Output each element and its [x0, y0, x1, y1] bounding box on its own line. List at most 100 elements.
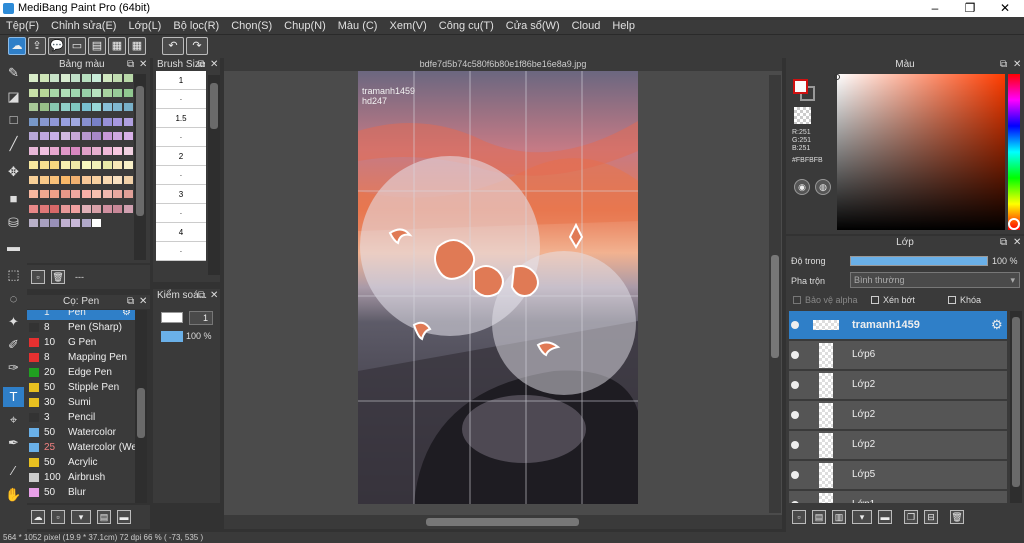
brushsize-item[interactable]: · — [156, 166, 206, 185]
fill-rect-tool-icon[interactable]: ■ — [3, 189, 24, 209]
palette-swatch[interactable] — [71, 219, 80, 227]
palette-swatch[interactable] — [71, 190, 80, 198]
close-icon[interactable]: ✕ — [1013, 236, 1021, 250]
palette-swatch[interactable] — [113, 146, 122, 155]
palette-swatch[interactable] — [71, 175, 80, 184]
palette-swatch[interactable] — [81, 88, 91, 97]
color-swatch[interactable] — [161, 312, 183, 323]
brush-scroll-thumb[interactable] — [137, 388, 145, 438]
cloud-icon[interactable]: ☁ — [8, 37, 26, 55]
palette-swatch[interactable] — [50, 146, 59, 155]
protect-alpha-checkbox[interactable] — [793, 296, 801, 304]
palette-swatch[interactable] — [50, 132, 59, 140]
palette-swatch[interactable] — [113, 190, 122, 198]
select-rect-tool-icon[interactable]: ⬚ — [3, 265, 24, 285]
palette-swatch[interactable] — [29, 190, 38, 198]
palette-swatch[interactable] — [81, 219, 91, 227]
line-tool-icon[interactable]: ╱ — [3, 134, 24, 154]
redo-icon[interactable]: ↷ — [186, 37, 208, 55]
select-eraser-tool-icon[interactable]: ✑ — [3, 358, 24, 378]
primary-color-swatch[interactable] — [793, 79, 808, 94]
palette-swatch[interactable] — [123, 132, 133, 140]
close-icon[interactable]: ✕ — [210, 289, 218, 303]
palette-swatch[interactable] — [123, 190, 133, 198]
brushsize-item[interactable]: · — [156, 204, 206, 223]
palette-swatch[interactable] — [29, 132, 38, 140]
gear-icon[interactable]: ⚙ — [991, 317, 1003, 333]
palette-swatch[interactable] — [113, 103, 122, 111]
canvas-area[interactable]: tramanh1459 hd247 — [224, 71, 782, 515]
page-icon[interactable]: ▤ — [88, 37, 106, 55]
palette-swatch[interactable] — [92, 103, 101, 111]
palette-swatch[interactable] — [71, 74, 80, 82]
palette-swatch[interactable] — [39, 132, 49, 140]
delete-layer-icon[interactable]: 🗑 — [950, 510, 964, 524]
brush-item[interactable]: 3 Pencil — [27, 410, 135, 425]
undock-icon[interactable]: ⧉ — [198, 289, 205, 303]
layer-row[interactable]: Lớp2 — [789, 431, 1007, 460]
duplicate-layer-icon[interactable]: ❐ — [904, 510, 918, 524]
menu-select[interactable]: Chọn(S) — [225, 20, 278, 32]
color-wheel-icon[interactable]: ◉ — [794, 179, 810, 195]
palette-swatch[interactable] — [102, 74, 112, 82]
palette-swatch[interactable] — [92, 190, 101, 198]
brushsize-item[interactable]: · — [156, 242, 206, 261]
new-brush-icon[interactable]: ▫ — [51, 510, 65, 524]
speech-bubble-icon[interactable]: 💬 — [48, 37, 66, 55]
layer-row[interactable]: Lớp6 — [789, 341, 1007, 370]
brush-folder-icon[interactable]: ▬ — [117, 510, 131, 524]
brushsize-item[interactable]: · — [156, 90, 206, 109]
brushsize-item[interactable]: 1.5 — [156, 109, 206, 128]
palette-swatch[interactable] — [60, 190, 70, 198]
palette-swatch[interactable] — [81, 190, 91, 198]
layer-scrollbar[interactable] — [1010, 311, 1022, 503]
undock-icon[interactable]: ⧉ — [127, 295, 134, 309]
bucket-tool-icon[interactable]: ⛁ — [3, 213, 24, 233]
select-pen-tool-icon[interactable]: ✐ — [3, 335, 24, 355]
divide-tool-icon[interactable]: ✒ — [3, 433, 24, 453]
hue-slider[interactable] — [1008, 74, 1020, 230]
layer-row[interactable]: Lớp2 — [789, 401, 1007, 430]
palette-swatch[interactable] — [50, 175, 59, 184]
palette-swatch[interactable] — [92, 74, 101, 82]
maximize-button[interactable]: ❐ — [953, 0, 987, 17]
menu-tools[interactable]: Công cụ(T) — [433, 20, 500, 32]
palette-swatch[interactable] — [29, 103, 38, 111]
visibility-icon[interactable] — [791, 501, 799, 503]
size-field[interactable]: 1 — [189, 311, 213, 325]
palette-swatch[interactable] — [123, 88, 133, 97]
palette-swatch[interactable] — [81, 132, 91, 140]
palette-swatch[interactable] — [39, 219, 49, 227]
grid-icon[interactable]: ▦ — [128, 37, 146, 55]
palette-swatch[interactable] — [102, 190, 112, 198]
eraser-tool-icon[interactable]: ◪ — [3, 87, 24, 107]
palette-swatch[interactable] — [81, 204, 91, 213]
palette-swatch[interactable] — [92, 219, 101, 227]
palette-swatch[interactable] — [102, 204, 112, 213]
palette-swatch[interactable] — [50, 88, 59, 97]
palette-swatch[interactable] — [92, 132, 101, 140]
palette-swatch[interactable] — [29, 117, 38, 126]
palette-swatch[interactable] — [123, 175, 133, 184]
layer-row[interactable]: Lớp2 — [789, 371, 1007, 400]
palette-swatch[interactable] — [123, 103, 133, 111]
palette-swatch[interactable] — [60, 74, 70, 82]
palette-swatch[interactable] — [50, 219, 59, 227]
merge-layer-icon[interactable]: ⊟ — [924, 510, 938, 524]
menu-cloud[interactable]: Cloud — [566, 20, 607, 32]
palette-swatch[interactable] — [81, 74, 91, 82]
palette-swatch[interactable] — [123, 204, 133, 213]
brush-item[interactable]: 100 Airbrush — [27, 470, 135, 485]
palette-grid[interactable] — [27, 72, 150, 263]
menu-edit[interactable]: Chỉnh sửa(E) — [45, 20, 122, 32]
palette-swatch[interactable] — [81, 103, 91, 111]
palette-swatch[interactable] — [29, 88, 38, 97]
palette-swatch[interactable] — [50, 74, 59, 82]
brush-item[interactable]: 10 G Pen — [27, 335, 135, 350]
delete-palette-icon[interactable]: 🗑 — [51, 270, 65, 284]
palette-swatch[interactable] — [102, 161, 112, 169]
menu-snap[interactable]: Chụp(N) — [278, 20, 332, 32]
visibility-icon[interactable] — [791, 321, 799, 329]
brush-item[interactable]: 25 Watercolor (We — [27, 440, 135, 455]
palette-swatch[interactable] — [113, 219, 122, 227]
